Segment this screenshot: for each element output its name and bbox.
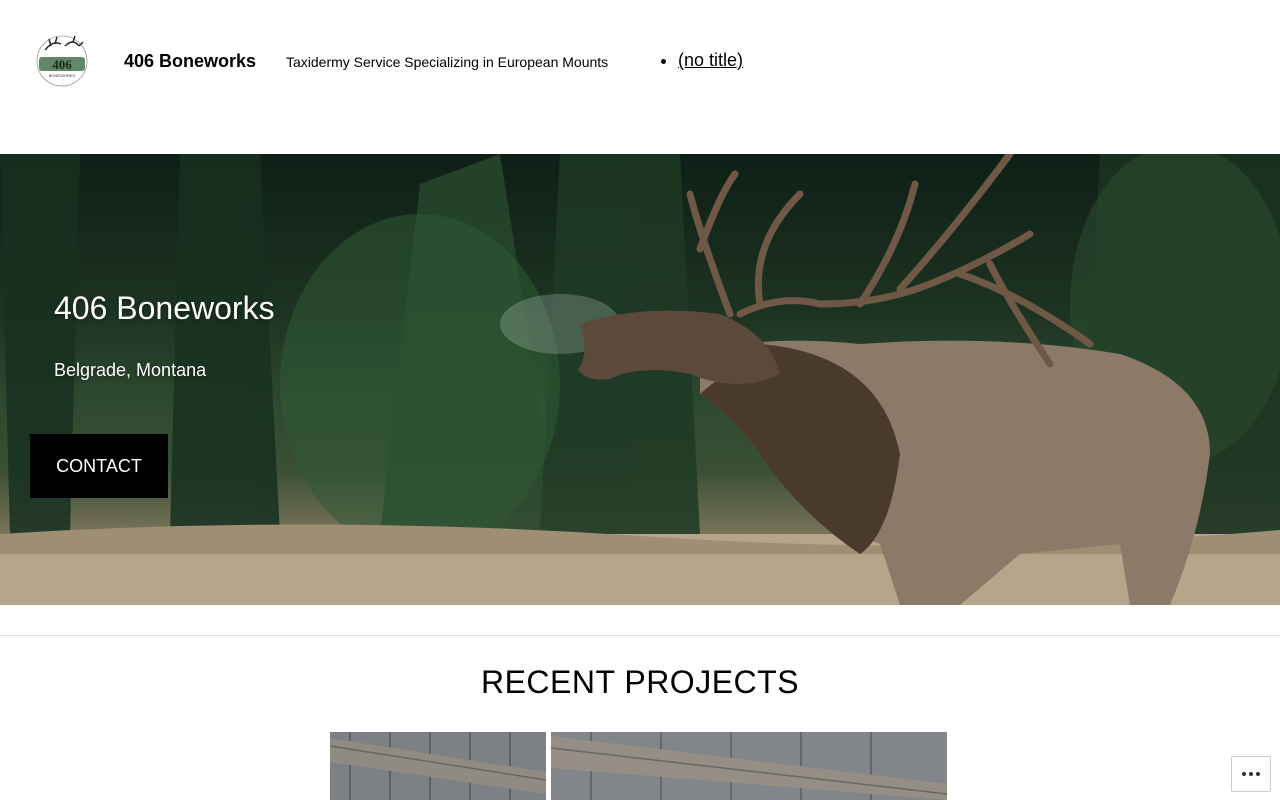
ellipsis-icon (1242, 772, 1246, 776)
ellipsis-icon (1249, 772, 1253, 776)
primary-nav: (no title) (660, 50, 743, 71)
hero-cover: 406 Boneworks Belgrade, Montana CONTACT (0, 154, 1280, 605)
site-title[interactable]: 406 Boneworks (124, 51, 256, 72)
nav-item: (no title) (678, 50, 743, 71)
section-divider (0, 635, 1280, 636)
ellipsis-icon (1256, 772, 1260, 776)
hero-subtitle: Belgrade, Montana (54, 360, 207, 380)
site-logo[interactable]: 406 BONEWORKS (35, 34, 89, 88)
hero-title: 406 Boneworks (54, 290, 275, 326)
site-header: 406 BONEWORKS 406 Boneworks Taxidermy Se… (0, 0, 1280, 154)
contact-button[interactable]: CONTACT (30, 434, 168, 498)
nav-link-no-title[interactable]: (no title) (678, 50, 743, 70)
recent-projects-heading: RECENT PROJECTS (480, 664, 800, 700)
svg-text:406: 406 (52, 57, 72, 72)
site-tagline: Taxidermy Service Specializing in Europe… (286, 54, 609, 70)
more-options-button[interactable] (1231, 756, 1271, 792)
project-image-2[interactable] (551, 732, 947, 800)
svg-text:BONEWORKS: BONEWORKS (49, 73, 76, 78)
project-image-1[interactable] (330, 732, 546, 800)
